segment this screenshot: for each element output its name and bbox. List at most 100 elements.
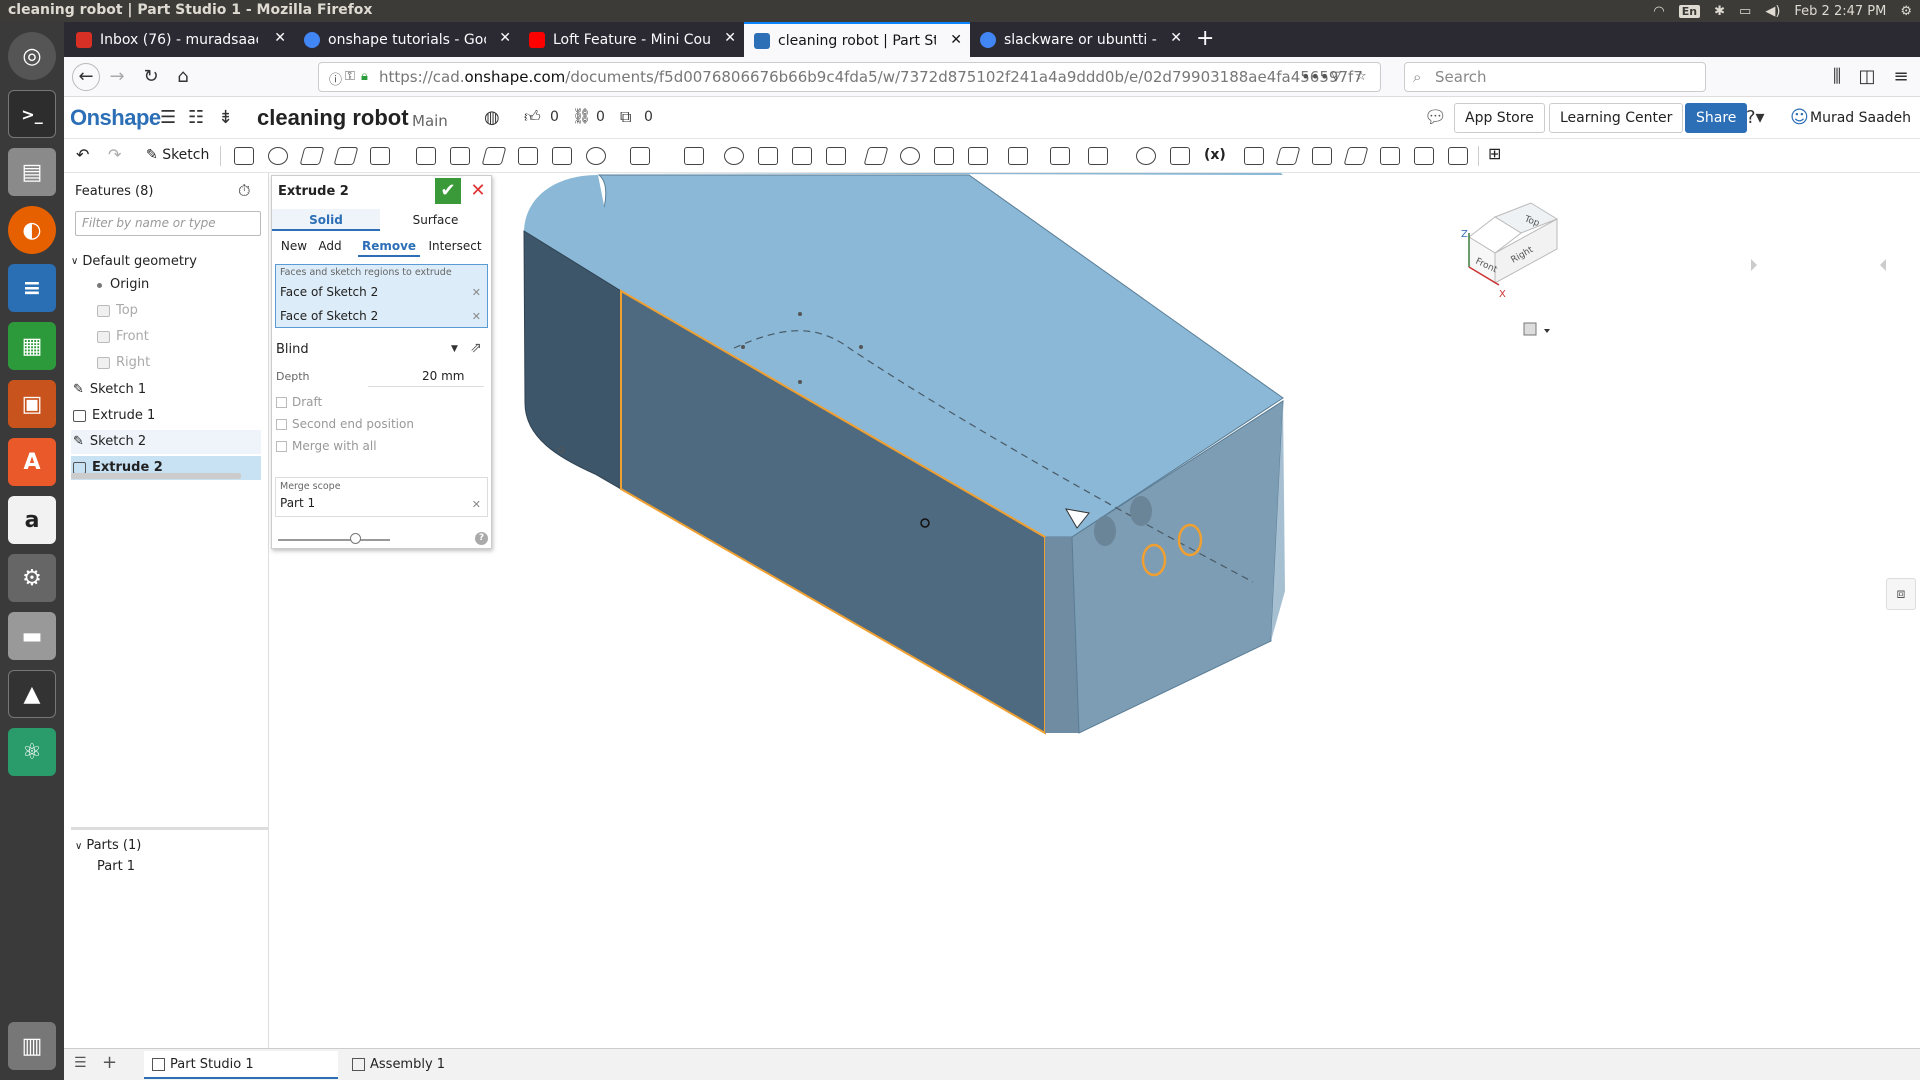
atom-icon[interactable]: ⚛ <box>8 728 56 776</box>
tab-close-icon[interactable]: ✕ <box>274 30 286 46</box>
insert-icon[interactable]: ⇟ <box>218 107 233 128</box>
form-icon[interactable] <box>1380 147 1400 165</box>
flange-icon[interactable] <box>1275 147 1301 165</box>
replace-face-icon[interactable] <box>968 147 988 165</box>
tab-part-studio-1[interactable]: Part Studio 1 <box>144 1051 338 1079</box>
feature-item-front-plane[interactable]: Front <box>97 325 261 349</box>
software-center-icon[interactable]: A <box>8 438 56 486</box>
clock[interactable]: Feb 2 2:47 PM <box>1794 4 1886 19</box>
tab-close-icon[interactable]: ✕ <box>724 30 736 46</box>
globe-icon[interactable]: ◍ <box>484 107 500 128</box>
settings-gear-icon[interactable]: ⚙ <box>1900 4 1912 19</box>
system-settings-icon[interactable]: ⚙ <box>8 554 56 602</box>
sketch-point[interactable] <box>798 312 802 316</box>
inkscape-icon[interactable]: ▲ <box>8 670 56 718</box>
extrude-icon[interactable] <box>234 147 254 165</box>
view-options-cube-icon[interactable] <box>1523 322 1550 336</box>
rollback-slider-thumb[interactable] <box>350 533 361 544</box>
terminal-icon[interactable]: >_ <box>8 90 56 138</box>
hole-icon[interactable] <box>586 147 606 165</box>
file-manager-icon[interactable]: ▤ <box>8 148 56 196</box>
redo-icon[interactable]: ↷ <box>108 145 121 164</box>
workspace-list-icon[interactable]: ☷ <box>188 107 204 128</box>
document-menu-icon[interactable]: ☰ <box>160 107 176 128</box>
revolve-icon[interactable] <box>268 147 288 165</box>
merge-scope-value[interactable]: Part 1 <box>280 496 315 510</box>
selection-item[interactable]: Face of Sketch 2 <box>280 285 378 299</box>
rollback-slider-track[interactable] <box>278 539 390 541</box>
user-menu[interactable]: Murad Saadeh <box>1810 110 1911 126</box>
operation-new[interactable]: New <box>276 235 312 257</box>
draft-icon[interactable] <box>481 147 507 165</box>
dropdown-caret-icon[interactable]: ▼ <box>451 344 458 354</box>
rollback-timer-icon[interactable]: ⏱ <box>238 181 250 201</box>
tab-assembly-1[interactable]: Assembly 1 <box>344 1051 532 1079</box>
rip-icon[interactable] <box>1414 147 1434 165</box>
hole-face[interactable] <box>1130 496 1152 526</box>
browser-tab[interactable]: Inbox (76) - muradsaadeh ✕ <box>66 22 294 57</box>
feature-list-scrollbar[interactable] <box>71 473 241 479</box>
browser-tab-active[interactable]: cleaning robot | Part Studio ✕ <box>744 22 970 57</box>
branch-name[interactable]: Main <box>412 112 448 130</box>
firefox-icon[interactable]: ◐ <box>8 206 56 254</box>
remove-selection-icon[interactable]: ✕ <box>472 498 481 511</box>
volume-icon[interactable]: ◀) <box>1765 4 1780 19</box>
selection-item[interactable]: Face of Sketch 2 <box>280 309 378 323</box>
add-custom-feature-icon[interactable]: ⊞ <box>1488 144 1501 163</box>
part-list-item[interactable]: Part 1 <box>97 859 135 874</box>
sketch-point[interactable] <box>859 345 863 349</box>
battery-icon[interactable]: ▭ <box>1739 4 1751 19</box>
ubuntu-dash-icon[interactable]: ◎ <box>8 32 56 80</box>
chevron-down-icon[interactable]: ∨ <box>71 250 78 274</box>
feature-item-default-geometry[interactable]: ∨ Default geometry <box>71 250 261 274</box>
pattern-icon[interactable] <box>630 147 650 165</box>
tab-close-icon[interactable]: ✕ <box>499 30 511 46</box>
merge-scope-field[interactable]: Merge scope Part 1 ✕ <box>275 477 488 517</box>
amazon-icon[interactable]: a <box>8 496 56 544</box>
trash-icon[interactable]: ▥ <box>8 1022 56 1070</box>
draft-checkbox[interactable]: Draft <box>276 395 322 409</box>
fillet-icon[interactable] <box>416 147 436 165</box>
helix-icon[interactable] <box>1088 147 1108 165</box>
calc-icon[interactable]: ▦ <box>8 322 56 370</box>
comments-icon[interactable]: 💬︎ <box>1424 107 1447 128</box>
chamfer-icon[interactable] <box>450 147 470 165</box>
menu-hamburger-icon[interactable]: ≡ <box>1890 66 1912 88</box>
view-rotate-left-icon[interactable] <box>1751 259 1757 271</box>
writer-icon[interactable]: ≡ <box>8 264 56 312</box>
transform-icon[interactable] <box>792 147 812 165</box>
tab-close-icon[interactable]: ✕ <box>1170 30 1182 46</box>
hole-face[interactable] <box>1094 516 1116 546</box>
learning-center-button[interactable]: Learning Center <box>1549 103 1684 133</box>
impress-icon[interactable]: ▣ <box>8 380 56 428</box>
home-icon[interactable]: ⌂ <box>172 66 194 88</box>
parts-divider[interactable] <box>71 827 269 830</box>
view-rotate-right-icon[interactable] <box>1880 259 1886 271</box>
merge-with-all-checkbox[interactable]: Merge with all <box>276 439 377 453</box>
remove-selection-icon[interactable]: ✕ <box>472 310 481 323</box>
page-actions-icon[interactable]: ••• <box>1301 67 1329 86</box>
sweep-icon[interactable] <box>299 147 325 165</box>
variable-button[interactable]: (x) <box>1204 147 1226 163</box>
loft-icon[interactable] <box>333 147 359 165</box>
move-face-icon[interactable] <box>934 147 954 165</box>
feature-item-extrude-1[interactable]: Extrude 1 <box>71 404 261 428</box>
url-bar[interactable]: ⓘ ⚿ 🔒︎ https://cad. onshape.com/documents… <box>318 62 1381 92</box>
permissions-key-icon[interactable]: ⚿ <box>345 69 355 84</box>
browser-tab[interactable]: onshape tutorials - Google ✕ <box>294 22 519 57</box>
operation-intersect[interactable]: Intersect <box>424 235 486 257</box>
mate-connector-icon[interactable] <box>1050 147 1070 165</box>
operation-add[interactable]: Add <box>314 235 346 257</box>
disk-icon[interactable]: ▬ <box>8 612 56 660</box>
bluetooth-icon[interactable]: ✱ <box>1714 4 1725 19</box>
onshape-logo[interactable]: Onshape <box>70 105 161 131</box>
accept-check-button[interactable]: ✔ <box>435 178 461 204</box>
add-tab-plus-icon[interactable]: + <box>102 1052 117 1073</box>
sheet-metal-icon[interactable] <box>1244 147 1264 165</box>
user-avatar-icon[interactable]: ☺ <box>1790 107 1809 128</box>
measure-icon[interactable] <box>1136 147 1156 165</box>
cancel-x-button[interactable]: ✕ <box>468 178 488 204</box>
document-title[interactable]: cleaning robot <box>257 105 409 131</box>
like-icon[interactable]: 👍︎ <box>524 107 541 127</box>
forward-arrow-icon[interactable]: → <box>106 66 128 88</box>
